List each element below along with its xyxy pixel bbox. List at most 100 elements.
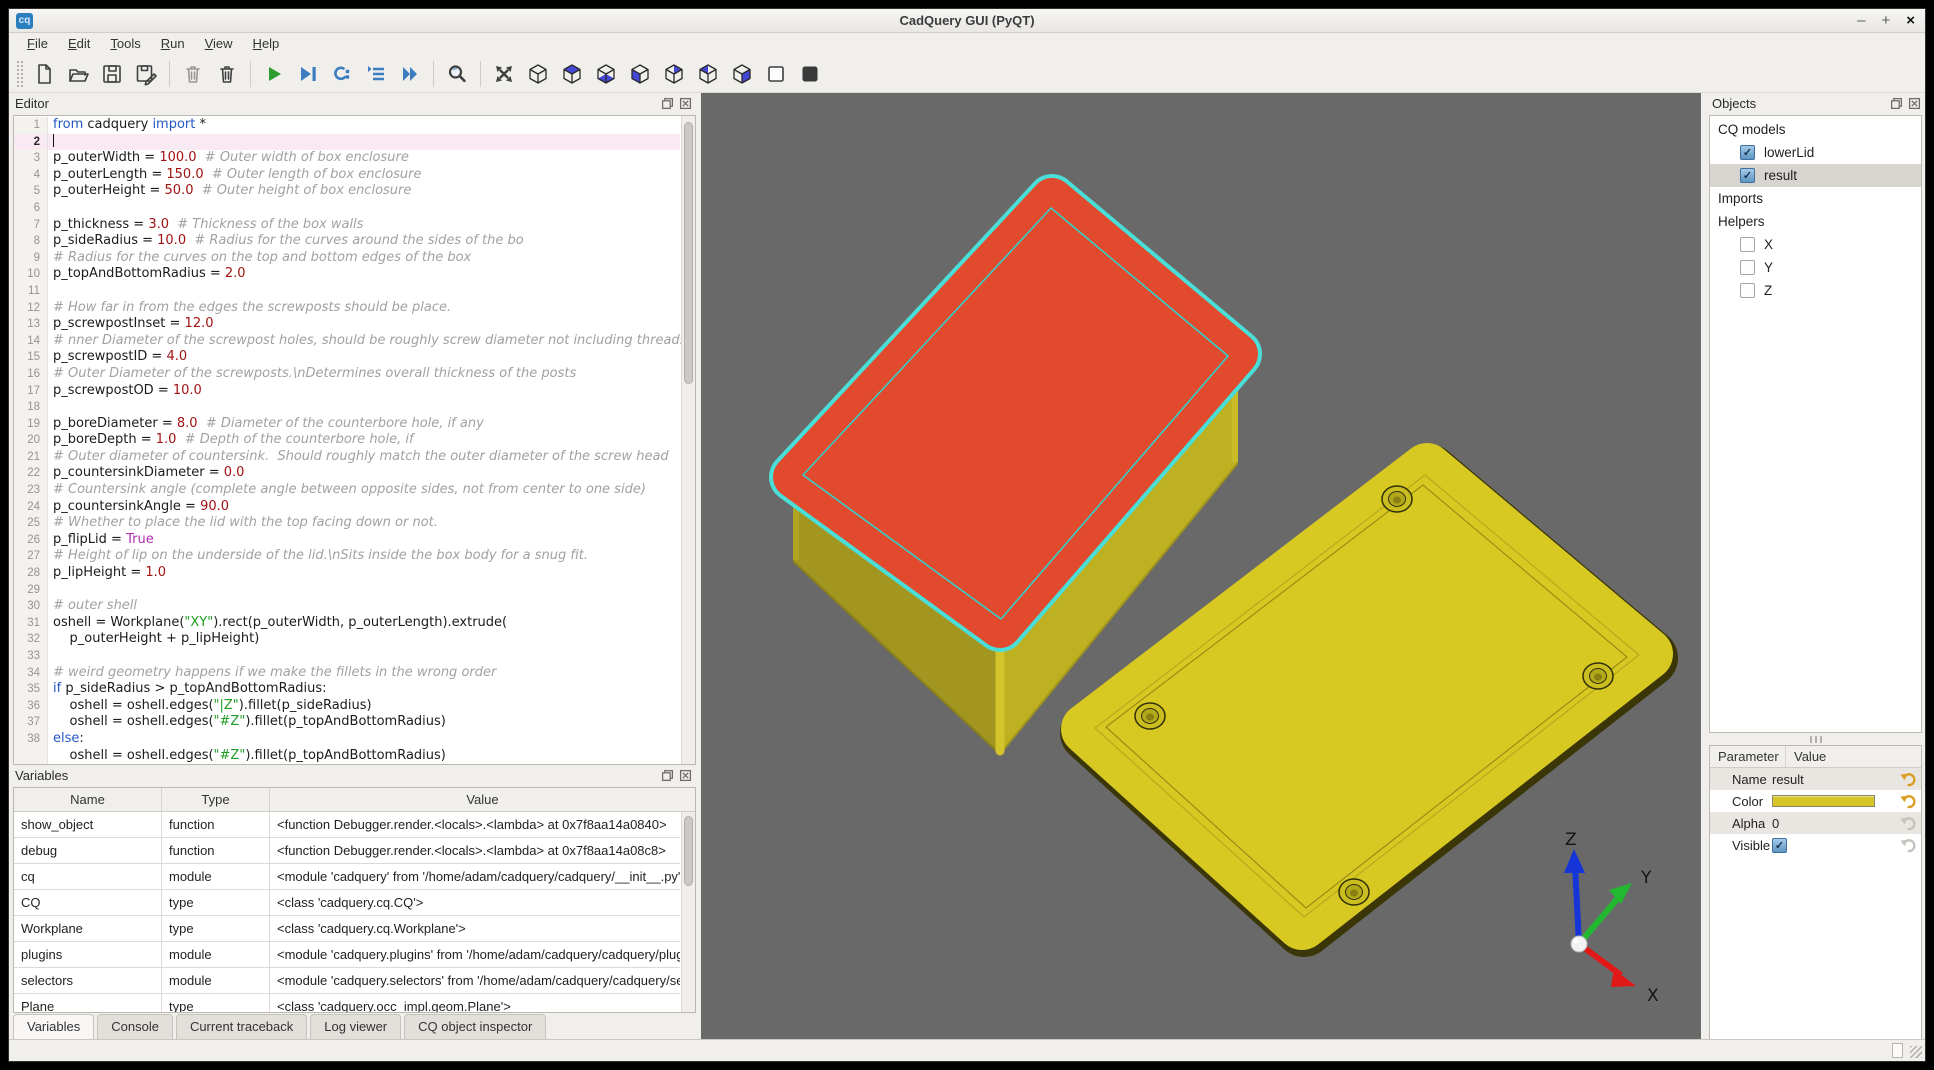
line-number (14, 748, 48, 765)
save-button[interactable] (96, 58, 128, 90)
close-panel-icon[interactable] (679, 97, 692, 110)
float-panel-icon[interactable] (1890, 97, 1903, 110)
column-header-type[interactable]: Type (162, 788, 270, 811)
fit-view-button[interactable] (488, 58, 520, 90)
top-view-button[interactable] (556, 58, 588, 90)
front-view-button[interactable] (624, 58, 656, 90)
variable-row[interactable]: show_object function <function Debugger.… (14, 812, 680, 838)
menu-item[interactable]: Run (151, 33, 195, 54)
menu-item[interactable]: File (17, 33, 58, 54)
open-button[interactable] (62, 58, 94, 90)
tree-item[interactable]: Z (1710, 279, 1921, 302)
delete-button[interactable] (177, 58, 209, 90)
splitter-objects-parameters[interactable] (1706, 733, 1925, 745)
tree-item[interactable]: result (1710, 164, 1921, 187)
visible-checkbox[interactable] (1772, 838, 1787, 853)
editor-scrollbar-thumb[interactable] (684, 122, 693, 384)
code-line: 5 p_outerHeight = 50.0 # Outer height of… (14, 183, 680, 200)
column-header-name[interactable]: Name (14, 788, 162, 811)
visibility-checkbox[interactable] (1740, 283, 1755, 298)
close-button[interactable]: × (1906, 9, 1915, 33)
tree-item[interactable]: X (1710, 233, 1921, 256)
menu-item[interactable]: Tools (100, 33, 150, 54)
tab[interactable]: Variables (13, 1014, 94, 1041)
column-header-parameter[interactable]: Parameter (1710, 746, 1786, 767)
code-line: 27 # Height of lip on the underside of t… (14, 548, 680, 565)
parameters-table-header: Parameter Value (1710, 746, 1921, 768)
visibility-checkbox[interactable] (1740, 237, 1755, 252)
visibility-checkbox[interactable] (1740, 260, 1755, 275)
line-number: 27 (14, 548, 48, 565)
code-line: 10 p_topAndBottomRadius = 2.0 (14, 266, 680, 283)
variable-row[interactable]: selectors module <module 'cadquery.selec… (14, 968, 680, 994)
code-line: 22 p_countersinkDiameter = 0.0 (14, 465, 680, 482)
float-panel-icon[interactable] (661, 97, 674, 110)
variable-row[interactable]: CQ type <class 'cadquery.cq.CQ'> (14, 890, 680, 916)
editor-scrollbar[interactable] (681, 116, 695, 764)
undo-icon[interactable] (1899, 836, 1917, 854)
tab[interactable]: CQ object inspector (404, 1014, 546, 1041)
code-editor[interactable]: 1 from cadquery import * 2 3 p_outerWidt… (13, 115, 696, 765)
right-view-button[interactable] (726, 58, 758, 90)
bottom-view-button[interactable] (590, 58, 622, 90)
viewport[interactable]: Z Y X (701, 93, 1701, 1041)
resize-grip[interactable] (1910, 1046, 1922, 1058)
delete-all-button[interactable] (211, 58, 243, 90)
variable-row[interactable]: cq module <module 'cadquery' from '/home… (14, 864, 680, 890)
tab[interactable]: Console (97, 1014, 173, 1041)
visibility-checkbox[interactable] (1740, 168, 1755, 183)
variables-scrollbar-thumb[interactable] (684, 816, 693, 886)
color-swatch[interactable] (1772, 795, 1875, 807)
tree-item[interactable]: CQ models (1710, 118, 1921, 141)
step-into-button[interactable] (360, 58, 392, 90)
line-number: 3 (14, 150, 48, 167)
iso-view-button[interactable] (522, 58, 554, 90)
toolbar-separator (480, 61, 481, 87)
close-panel-icon[interactable] (679, 769, 692, 782)
tree-item[interactable]: Imports (1710, 187, 1921, 210)
render-button[interactable] (258, 58, 290, 90)
menu-item[interactable]: View (195, 33, 243, 54)
tab[interactable]: Current traceback (176, 1014, 307, 1041)
tree-item-label: Imports (1718, 191, 1763, 206)
run-icon (262, 62, 286, 86)
left-view-button[interactable] (692, 58, 724, 90)
save-as-button[interactable] (130, 58, 162, 90)
wireframe-view-button[interactable] (760, 58, 792, 90)
visibility-checkbox[interactable] (1740, 145, 1755, 160)
variable-row[interactable]: Workplane type <class 'cadquery.cq.Workp… (14, 916, 680, 942)
menu-item[interactable]: Edit (58, 33, 100, 54)
undo-icon[interactable] (1899, 792, 1917, 810)
debug-button[interactable] (292, 58, 324, 90)
minimize-button[interactable]: – (1857, 9, 1865, 33)
toolbar-grip[interactable] (17, 61, 23, 87)
close-panel-icon[interactable] (1908, 97, 1921, 110)
column-header-value[interactable]: Value (270, 788, 695, 811)
code-text: p_outerWidth = 100.0 # Outer width of bo… (48, 150, 409, 167)
shaded-view-button[interactable] (794, 58, 826, 90)
variable-row[interactable]: Plane type <class 'cadquery.occ_impl.geo… (14, 994, 680, 1012)
float-panel-icon[interactable] (661, 769, 674, 782)
line-number: 14 (14, 333, 48, 350)
menu-item[interactable]: Help (243, 33, 290, 54)
magnifier-button[interactable] (441, 58, 473, 90)
step-button[interactable] (326, 58, 358, 90)
maximize-button[interactable]: + (1881, 9, 1890, 33)
tab[interactable]: Log viewer (310, 1014, 401, 1041)
column-header-value[interactable]: Value (1786, 746, 1826, 767)
variable-name: Workplane (14, 916, 162, 941)
title-bar: cq CadQuery GUI (PyQT) – + × (9, 9, 1925, 33)
continue-button[interactable] (394, 58, 426, 90)
code-line: 32 p_outerHeight + p_lipHeight) (14, 631, 680, 648)
viewport-canvas[interactable]: Z Y X (701, 93, 1701, 1041)
variables-scrollbar[interactable] (681, 812, 695, 1012)
back-view-button[interactable] (658, 58, 690, 90)
undo-icon[interactable] (1899, 814, 1917, 832)
tree-item[interactable]: lowerLid (1710, 141, 1921, 164)
tree-item[interactable]: Y (1710, 256, 1921, 279)
undo-icon[interactable] (1899, 770, 1917, 788)
new-file-button[interactable] (28, 58, 60, 90)
variable-row[interactable]: plugins module <module 'cadquery.plugins… (14, 942, 680, 968)
variable-row[interactable]: debug function <function Debugger.render… (14, 838, 680, 864)
tree-item[interactable]: Helpers (1710, 210, 1921, 233)
